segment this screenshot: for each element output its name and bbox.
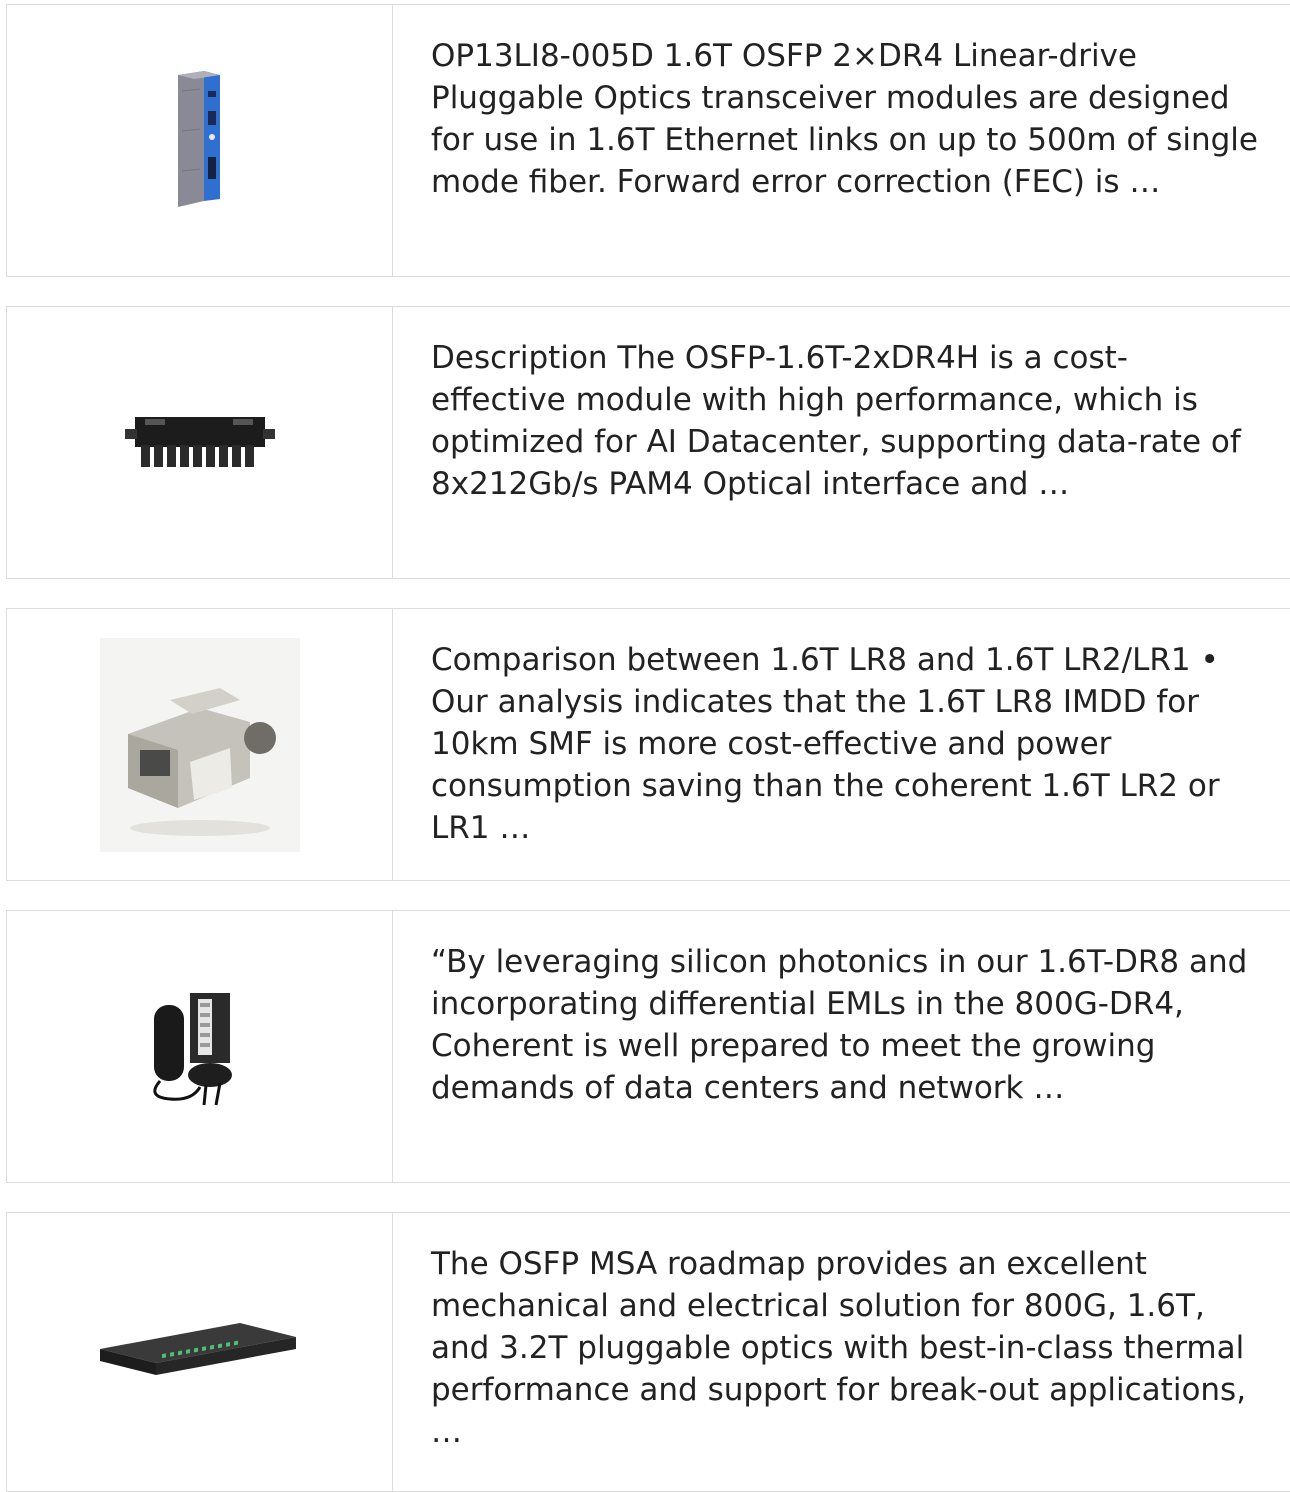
product-description[interactable]: Description The OSFP-1.6T-2xDR4H is a co… xyxy=(393,307,1290,578)
splice-closure-photo-icon xyxy=(152,992,232,1105)
product-card[interactable]: The OSFP MSA roadmap provides an excelle… xyxy=(6,1212,1290,1492)
transceiver-module-photo-icon xyxy=(177,70,220,207)
product-card[interactable]: “By leveraging silicon photonics in our … xyxy=(6,910,1290,1183)
product-description[interactable]: Comparison between 1.6T LR8 and 1.6T LR2… xyxy=(393,609,1290,880)
product-description[interactable]: OP13LI8-005D 1.6T OSFP 2×DR4 Linear-driv… xyxy=(393,5,1290,276)
keystone-jack-photo-icon xyxy=(99,637,300,852)
fiber-terminal-box-photo-icon xyxy=(124,416,275,467)
product-description[interactable]: The OSFP MSA roadmap provides an excelle… xyxy=(393,1213,1290,1491)
product-thumbnail[interactable] xyxy=(7,911,393,1182)
product-description[interactable]: “By leveraging silicon photonics in our … xyxy=(393,911,1290,1182)
product-thumbnail[interactable] xyxy=(7,1213,393,1491)
product-card[interactable]: Description The OSFP-1.6T-2xDR4H is a co… xyxy=(6,306,1290,579)
product-thumbnail[interactable] xyxy=(7,307,393,578)
product-thumbnail[interactable] xyxy=(7,5,393,276)
product-card[interactable]: Comparison between 1.6T LR8 and 1.6T LR2… xyxy=(6,608,1290,881)
rack-patch-panel-photo-icon xyxy=(99,1323,296,1375)
product-thumbnail[interactable] xyxy=(7,609,393,880)
product-card[interactable]: OP13LI8-005D 1.6T OSFP 2×DR4 Linear-driv… xyxy=(6,4,1290,277)
